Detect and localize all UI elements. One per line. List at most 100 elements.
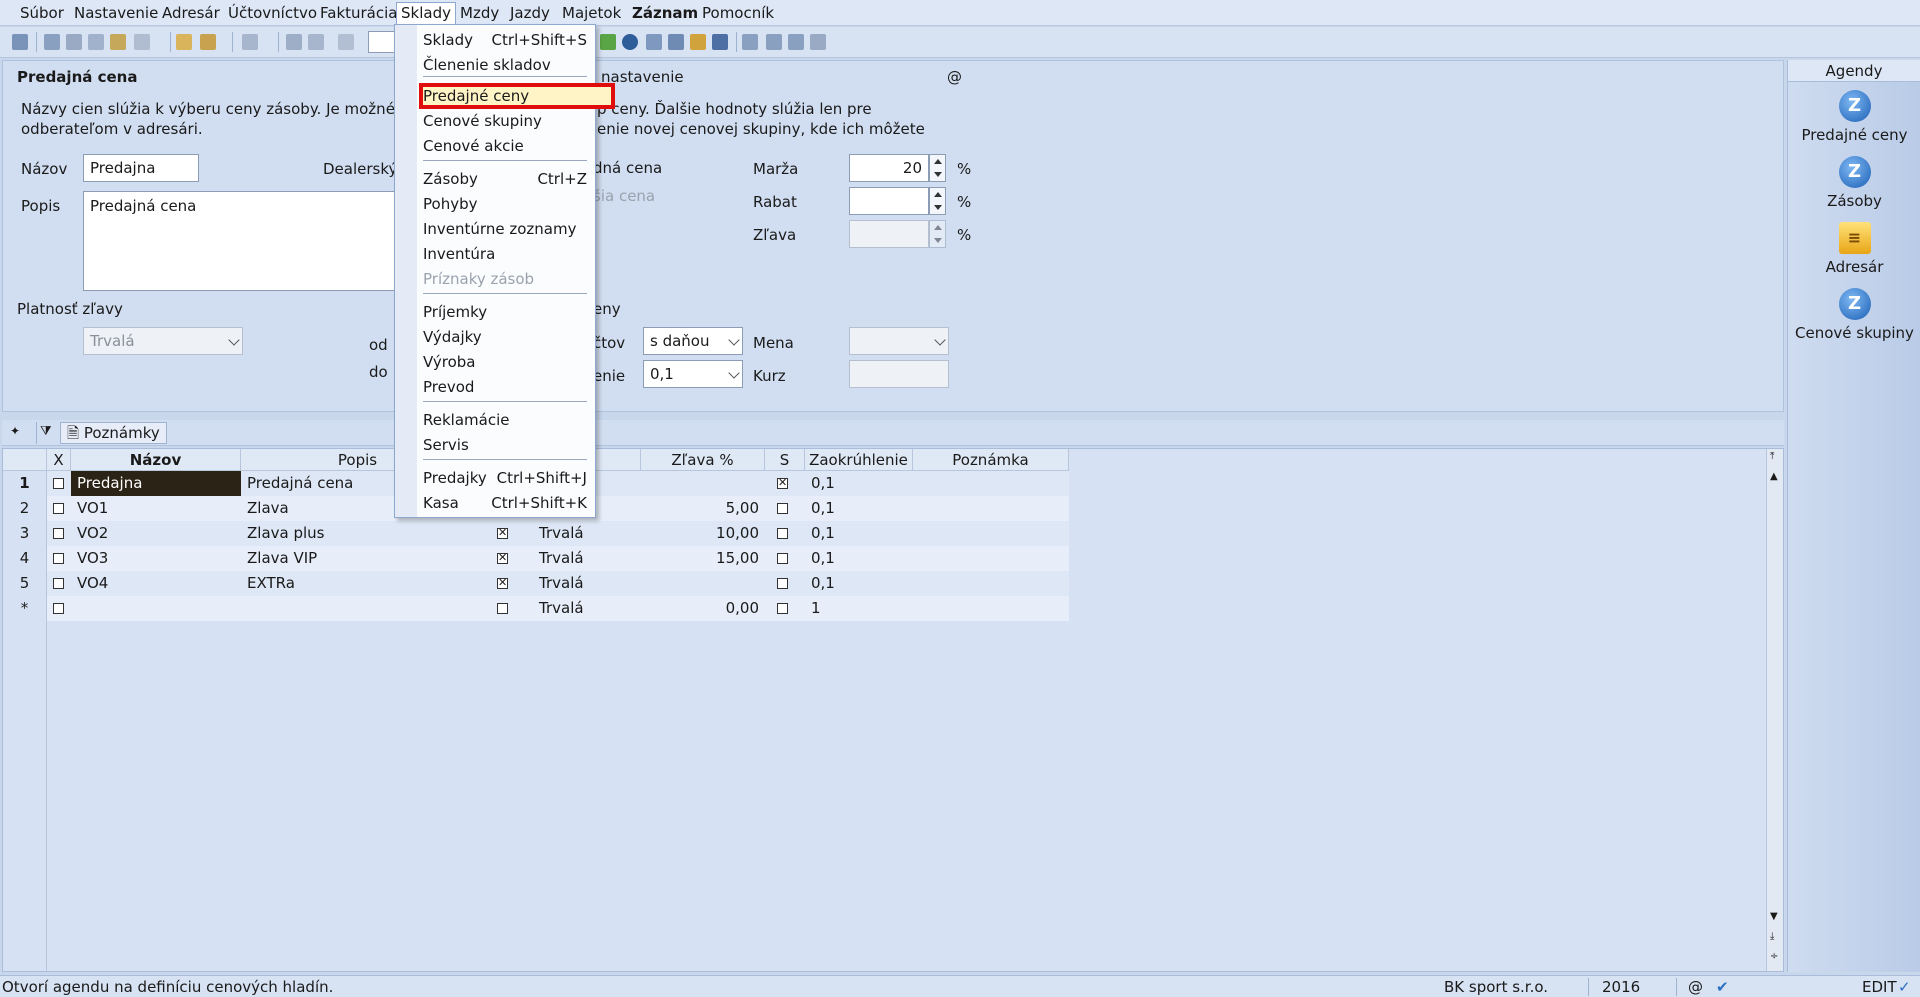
cell-popis[interactable]: EXTRa [241, 571, 475, 596]
table-row[interactable]: * Trvalá 0,00 1 [3, 596, 1069, 621]
header-s[interactable]: S [765, 449, 805, 471]
list-icon[interactable] [766, 34, 782, 50]
popis-textarea[interactable]: Predajná cena [83, 191, 399, 291]
marza-spinner[interactable] [929, 154, 946, 182]
cell-zlava[interactable] [641, 471, 765, 496]
menu-item-prevod[interactable]: Prevod [423, 376, 593, 398]
row-number[interactable]: 1 [3, 471, 47, 496]
rabat-input[interactable] [849, 187, 929, 215]
row-x-checkbox[interactable] [53, 553, 64, 564]
scroll-end-icon[interactable]: ÷ [1770, 951, 1778, 962]
monitor-icon[interactable] [788, 34, 804, 50]
row-number[interactable]: 3 [3, 521, 47, 546]
menu-item-pohyby[interactable]: Pohyby [423, 193, 593, 215]
cell-poznamka[interactable] [913, 571, 1069, 596]
zaokruhlenie-select[interactable]: 0,1 [643, 360, 743, 388]
scroll-down-icon[interactable]: ▼ [1770, 911, 1778, 922]
cell-zaokruhlenie[interactable]: 0,1 [805, 546, 913, 571]
cell-s-checkbox[interactable] [777, 603, 788, 614]
menu-item-zasoby[interactable]: Zásoby Ctrl+Z [423, 168, 593, 190]
menu-item-reklamacie[interactable]: Reklamácie [423, 409, 593, 431]
menu-item-cenove-skupiny[interactable]: Cenové skupiny [423, 110, 593, 132]
scroll-up-icon[interactable]: ▲ [1770, 471, 1778, 482]
new-icon[interactable] [176, 34, 192, 50]
scroll-top-icon[interactable]: ⤒ [1770, 451, 1774, 462]
cell-zlava[interactable] [641, 571, 765, 596]
vertical-scrollbar[interactable]: ⤒ ▲ ▼ ⤓ ÷ [1766, 449, 1783, 971]
row-x-checkbox[interactable] [53, 478, 64, 489]
menu-item-vydajky[interactable]: Výdajky [423, 326, 593, 348]
cell-platnost[interactable]: Trvalá [533, 546, 641, 571]
cell-zaokruhlenie[interactable]: 0,1 [805, 496, 913, 521]
row-number[interactable]: 2 [3, 496, 47, 521]
header-zlava[interactable]: Zľava % [641, 449, 765, 471]
menu-subor[interactable]: Súbor [16, 3, 68, 24]
circle-icon[interactable] [622, 34, 638, 50]
cell-zaokruhlenie[interactable]: 0,1 [805, 521, 913, 546]
print-dropdown-icon[interactable] [134, 34, 150, 50]
cell-zaokruhlenie[interactable]: 0,1 [805, 571, 913, 596]
scroll-bottom-icon[interactable]: ⤓ [1770, 931, 1774, 942]
agenda-zasoby[interactable]: Z Zásoby [1788, 156, 1920, 210]
cell-poznamka[interactable] [913, 496, 1069, 521]
menu-item-cenove-akcie[interactable]: Cenové akcie [423, 135, 593, 157]
back-arrow-icon[interactable] [242, 34, 258, 50]
clipboard-icon[interactable] [338, 34, 354, 50]
copy-icon[interactable] [44, 34, 60, 50]
cell-flag-checkbox[interactable] [497, 525, 508, 541]
marza-input[interactable]: 20 [849, 154, 929, 182]
header-poznamka[interactable]: Poznámka [913, 449, 1069, 471]
cell-s-checkbox[interactable] [777, 553, 788, 564]
menu-zaznam[interactable]: Záznam [628, 3, 702, 24]
cell-nazov[interactable]: VO3 [71, 546, 241, 571]
menu-item-vyroba[interactable]: Výroba [423, 351, 593, 373]
header-zaokruhlenie[interactable]: Zaokrúhlenie [805, 449, 913, 471]
record-selector-icon[interactable]: ✦ [10, 424, 20, 438]
row-x-checkbox[interactable] [53, 578, 64, 589]
edit-icon[interactable] [200, 34, 216, 50]
table-row[interactable]: 4 VO3Zlava VIP Trvalá15,00 0,1 [3, 546, 1069, 571]
cell-platnost[interactable]: Trvalá [533, 596, 641, 621]
toolbar-search-input[interactable] [368, 31, 396, 53]
window-icon[interactable] [742, 34, 758, 50]
cell-flag-checkbox[interactable] [497, 575, 508, 591]
menu-item-kasa[interactable]: Kasa Ctrl+Shift+K [423, 492, 593, 514]
cell-popis[interactable]: Zlava plus [241, 521, 475, 546]
save-all-icon[interactable] [308, 34, 324, 50]
menu-fakturacia[interactable]: Fakturácia [316, 3, 401, 24]
menu-item-inventura[interactable]: Inventúra [423, 243, 593, 265]
cell-poznamka[interactable] [913, 596, 1069, 621]
agenda-cenove-skupiny[interactable]: Z Cenové skupiny [1788, 288, 1920, 342]
preview-icon[interactable] [88, 34, 104, 50]
cell-zlava[interactable]: 10,00 [641, 521, 765, 546]
cell-s-checkbox[interactable] [777, 578, 788, 589]
row-number[interactable]: * [3, 596, 47, 621]
agenda-predajne-ceny[interactable]: Z Predajné ceny [1788, 90, 1920, 144]
cell-s-checkbox[interactable] [777, 475, 788, 491]
menu-nastavenie[interactable]: Nastavenie [70, 3, 162, 24]
cell-poznamka[interactable] [913, 471, 1069, 496]
cell-zaokruhlenie[interactable]: 0,1 [805, 471, 913, 496]
first-icon[interactable] [12, 34, 28, 50]
cell-nazov[interactable]: VO4 [71, 571, 241, 596]
menu-item-inventurne-zoznamy[interactable]: Inventúrne zoznamy [423, 218, 593, 240]
help-tools-icon[interactable] [810, 34, 826, 50]
menu-majetok[interactable]: Majetok [558, 3, 625, 24]
cell-nazov[interactable]: VO1 [71, 496, 241, 521]
menu-item-servis[interactable]: Servis [423, 434, 593, 456]
cell-zlava[interactable]: 15,00 [641, 546, 765, 571]
coins-icon[interactable] [690, 34, 706, 50]
menu-item-predajne-ceny[interactable]: Predajné ceny [419, 83, 615, 109]
menu-item-clenenie-skladov[interactable]: Členenie skladov [423, 54, 593, 76]
cell-popis[interactable] [241, 596, 475, 621]
nazov-input[interactable]: Predajna [83, 154, 199, 182]
row-x-checkbox[interactable] [53, 528, 64, 539]
cell-zlava[interactable]: 5,00 [641, 496, 765, 521]
cell-nazov[interactable]: VO2 [71, 521, 241, 546]
cell-platnost[interactable]: Trvalá [533, 571, 641, 596]
rabat-spinner[interactable] [929, 187, 946, 215]
cell-nazov[interactable]: Predajna [71, 471, 241, 496]
export-icon[interactable] [110, 34, 126, 50]
cell-popis[interactable]: Zlava VIP [241, 546, 475, 571]
filter-icon[interactable]: ⧩ [40, 424, 52, 439]
